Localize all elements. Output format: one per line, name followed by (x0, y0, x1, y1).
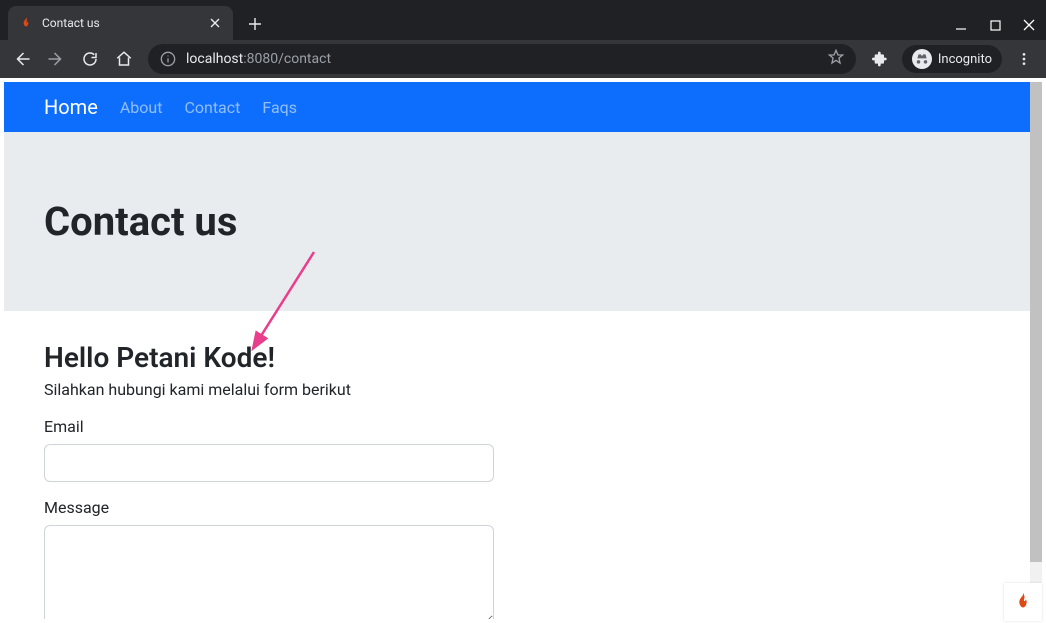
incognito-icon (912, 49, 932, 69)
jumbotron: Contact us (4, 132, 1030, 311)
greeting-heading: Hello Petani Kode! (44, 341, 990, 374)
page-viewport: Home About Contact Faqs Contact us Hello… (4, 82, 1030, 619)
back-button[interactable] (6, 43, 38, 75)
email-label: Email (44, 417, 494, 436)
incognito-badge[interactable]: Incognito (902, 45, 1002, 73)
nav-link-about[interactable]: About (120, 98, 163, 117)
forward-button[interactable] (40, 43, 72, 75)
intro-text: Silahkan hubungi kami melalui form berik… (44, 380, 990, 399)
viewport-wrap: Home About Contact Faqs Contact us Hello… (0, 78, 1046, 623)
site-navbar: Home About Contact Faqs (4, 82, 1030, 132)
window-minimize-button[interactable] (944, 10, 978, 40)
message-field[interactable] (44, 525, 494, 619)
favicon-flame-icon (18, 15, 34, 31)
bookmark-star-icon[interactable] (828, 49, 844, 69)
window-maximize-button[interactable] (978, 10, 1012, 40)
url-portpath: :8080/contact (243, 51, 331, 67)
window-controls (944, 10, 1046, 40)
nav-link-contact[interactable]: Contact (184, 98, 240, 117)
tab-title: Contact us (42, 16, 207, 30)
reload-button[interactable] (74, 43, 106, 75)
home-button[interactable] (108, 43, 140, 75)
window-titlebar: Contact us (0, 0, 1046, 40)
address-bar[interactable]: localhost:8080/contact (148, 44, 856, 74)
browser-tab[interactable]: Contact us (8, 6, 233, 40)
extensions-icon[interactable] (864, 43, 896, 75)
email-field[interactable] (44, 444, 494, 482)
tab-close-icon[interactable] (207, 15, 223, 31)
codeigniter-badge-icon[interactable] (1004, 583, 1042, 621)
nav-brand-home[interactable]: Home (44, 95, 98, 119)
browser-toolbar: localhost:8080/contact Incognito (0, 40, 1046, 78)
url-text: localhost:8080/contact (186, 51, 818, 67)
form-group-message: Message (44, 498, 494, 619)
nav-link-faqs[interactable]: Faqs (262, 98, 297, 117)
scrollbar-track[interactable] (1030, 82, 1042, 619)
url-host: localhost (186, 51, 243, 67)
page-title: Contact us (44, 198, 990, 245)
incognito-label: Incognito (938, 52, 992, 67)
window-close-button[interactable] (1012, 10, 1046, 40)
scrollbar-thumb[interactable] (1030, 82, 1042, 562)
menu-button[interactable] (1008, 43, 1040, 75)
page-content: Hello Petani Kode! Silahkan hubungi kami… (4, 311, 1030, 619)
site-info-icon[interactable] (160, 51, 176, 67)
form-group-email: Email (44, 417, 494, 482)
message-label: Message (44, 498, 494, 517)
new-tab-button[interactable] (241, 10, 269, 38)
